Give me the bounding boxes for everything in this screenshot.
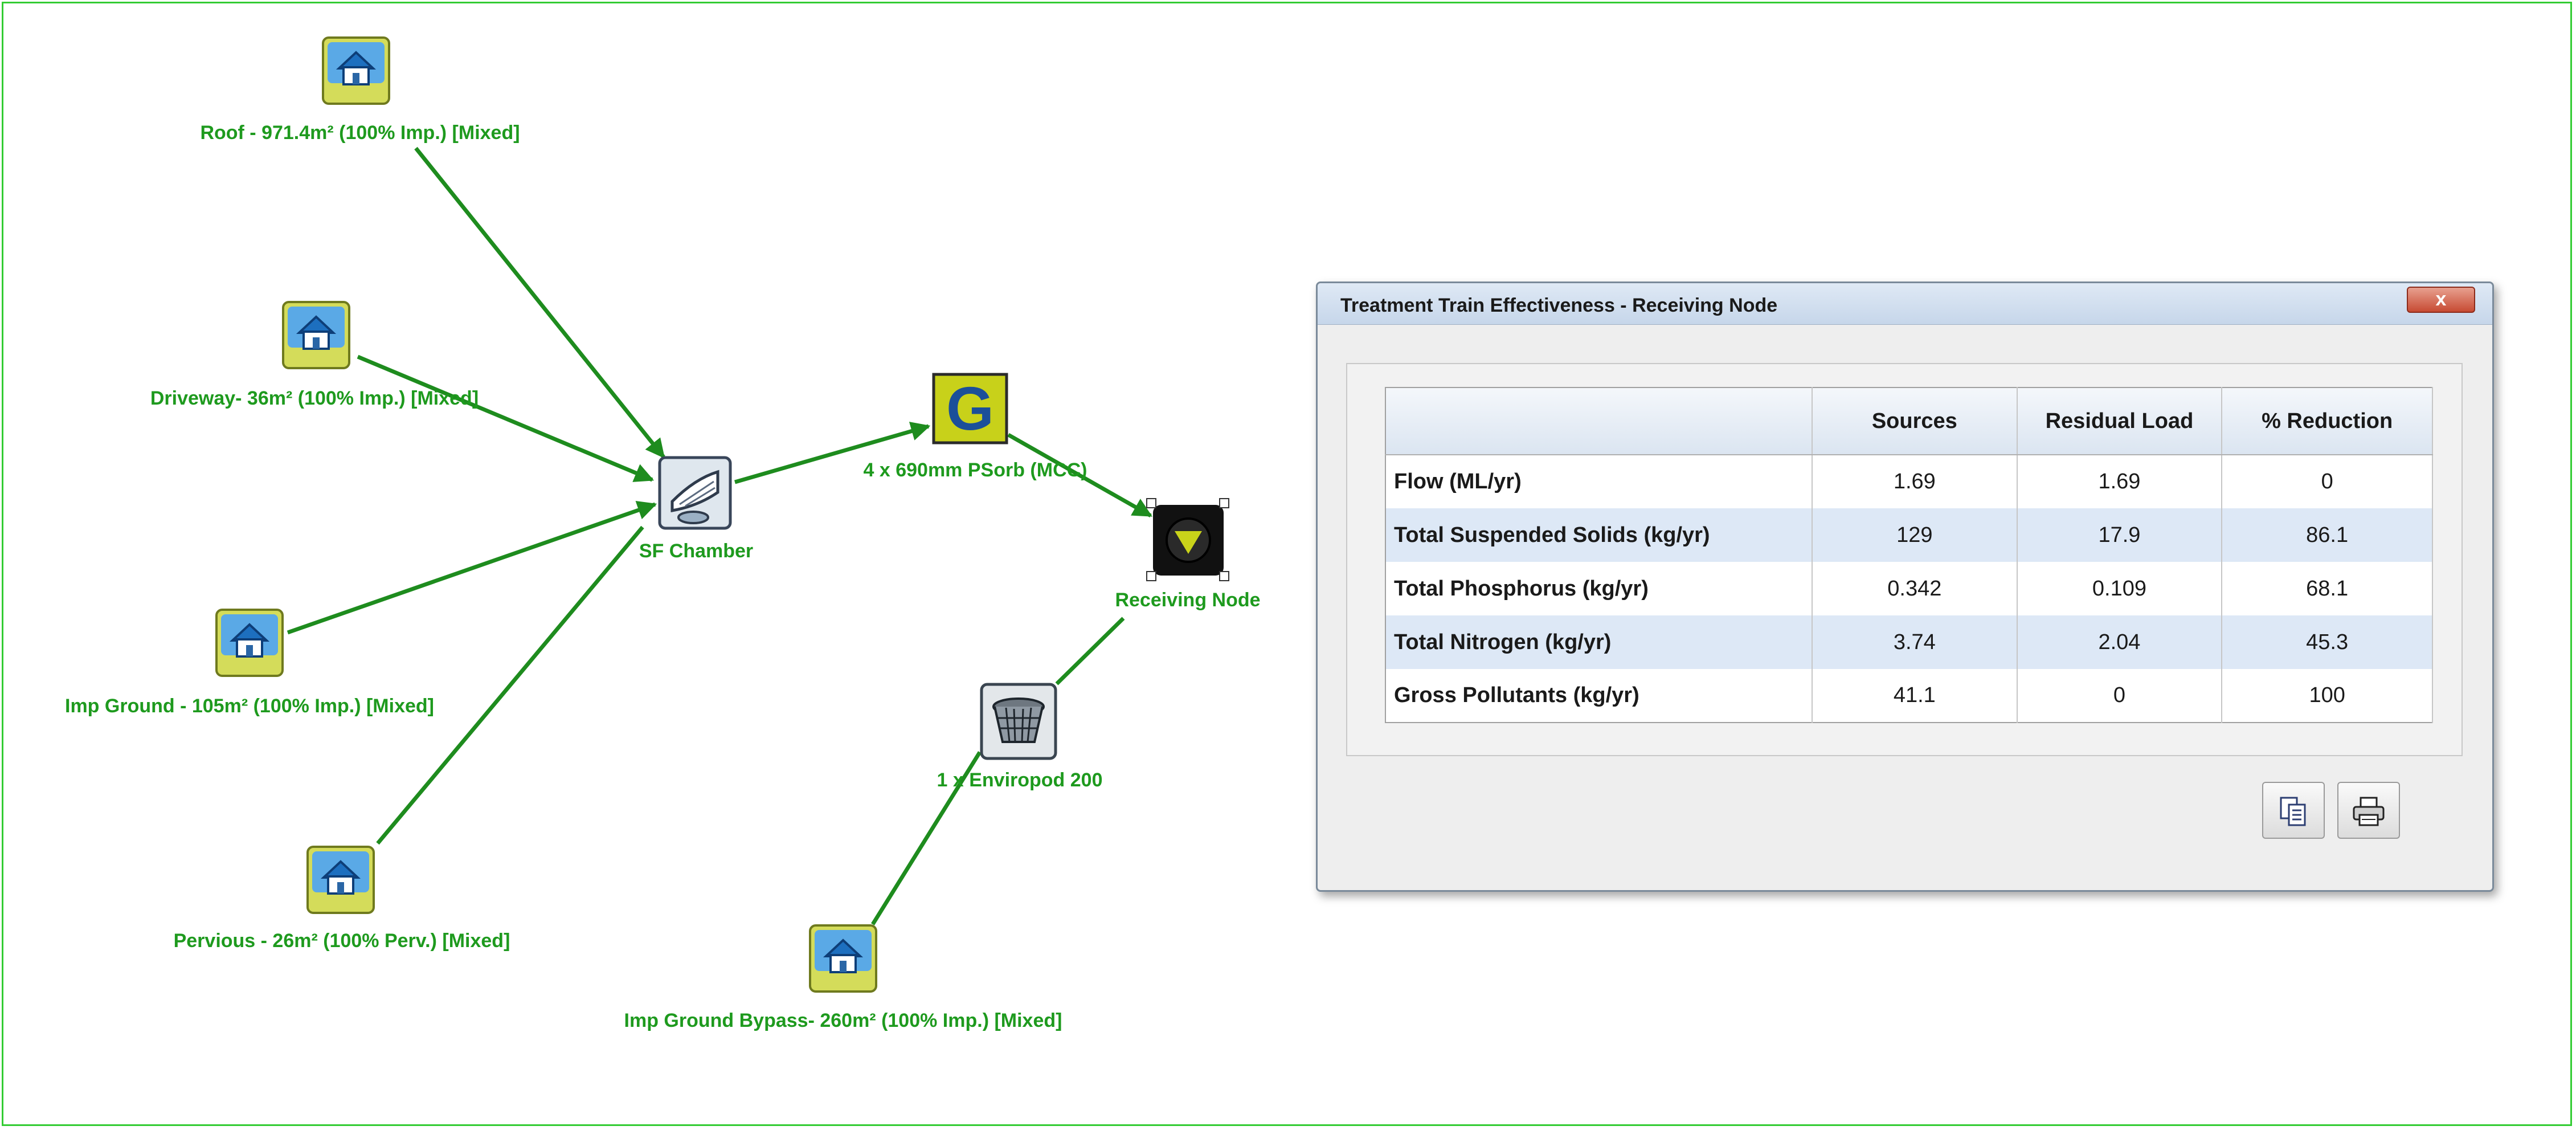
filter-g-icon: G: [932, 373, 1008, 444]
cell-residual-load: 1.69: [2017, 455, 2223, 508]
selection-handle[interactable]: [1146, 498, 1156, 508]
cell-reduction: 45.3: [2222, 615, 2433, 669]
cell-residual-load: 17.9: [2017, 508, 2223, 562]
svg-text:G: G: [946, 374, 994, 443]
table-header-row: Sources Residual Load % Reduction: [1385, 387, 2433, 455]
node-label: Imp Ground - 105m² (100% Imp.) [Mixed]: [65, 695, 434, 717]
house-icon: [322, 36, 390, 105]
close-button[interactable]: x: [2407, 287, 2475, 313]
copy-icon: [2280, 797, 2306, 826]
close-icon: x: [2435, 288, 2447, 310]
cell-residual-load: 0.109: [2017, 562, 2223, 615]
cell-sources: 3.74: [1812, 615, 2018, 669]
cell-sources: 129: [1812, 508, 2018, 562]
node-label: Imp Ground Bypass- 260m² (100% Imp.) [Mi…: [624, 1010, 1062, 1031]
table-row: Total Nitrogen (kg/yr) 3.74 2.04 45.3: [1385, 615, 2433, 669]
table-row: Total Phosphorus (kg/yr) 0.342 0.109 68.…: [1385, 562, 2433, 615]
cell-residual-load: 0: [2017, 669, 2223, 723]
diagram-canvas: Roof - 971.4m² (100% Imp.) [Mixed] Drive…: [0, 0, 2576, 1130]
house-icon: [809, 924, 877, 993]
receiving-node-icon: [1153, 505, 1224, 576]
results-panel: Sources Residual Load % Reduction Flow (…: [1346, 363, 2463, 756]
cell-reduction: 100: [2222, 669, 2433, 723]
selection-handle[interactable]: [1146, 571, 1156, 581]
link-roof-to-sf-chamber[interactable]: [414, 146, 665, 459]
house-icon: [282, 301, 350, 369]
cell-sources: 41.1: [1812, 669, 2018, 723]
pit-basket-icon: [980, 683, 1057, 760]
dialog-title: Treatment Train Effectiveness - Receivin…: [1340, 295, 1778, 316]
column-header-residual-load: Residual Load: [2017, 387, 2223, 455]
link-driveway-to-sf-chamber[interactable]: [357, 354, 655, 482]
row-label: Total Suspended Solids (kg/yr): [1385, 508, 1813, 562]
node-label: Driveway- 36m² (100% Imp.) [Mixed]: [150, 387, 479, 409]
node-label: Roof - 971.4m² (100% Imp.) [Mixed]: [200, 122, 520, 144]
table-row: Total Suspended Solids (kg/yr) 129 17.9 …: [1385, 508, 2433, 562]
dialog-titlebar[interactable]: Treatment Train Effectiveness - Receivin…: [1318, 283, 2492, 325]
node-label: 1 x Enviropod 200: [937, 769, 1103, 791]
row-label: Gross Pollutants (kg/yr): [1385, 669, 1813, 723]
sediment-chamber-icon: [658, 456, 732, 530]
copy-button[interactable]: [2262, 782, 2325, 839]
node-label: Pervious - 26m² (100% Perv.) [Mixed]: [173, 930, 510, 952]
node-label: Receiving Node: [1115, 589, 1261, 611]
house-icon: [215, 609, 284, 677]
cell-reduction: 68.1: [2222, 562, 2433, 615]
printer-icon: [2353, 797, 2385, 826]
cell-sources: 1.69: [1812, 455, 2018, 508]
row-label: Total Nitrogen (kg/yr): [1385, 615, 1813, 669]
selection-handle[interactable]: [1219, 498, 1229, 508]
selection-handle[interactable]: [1219, 571, 1229, 581]
print-button[interactable]: [2337, 782, 2400, 839]
row-label: Flow (ML/yr): [1385, 455, 1813, 508]
cell-reduction: 0: [2222, 455, 2433, 508]
row-label: Total Phosphorus (kg/yr): [1385, 562, 1813, 615]
column-header-parameter: [1385, 387, 1813, 455]
node-label: 4 x 690mm PSorb (MCC): [863, 459, 1087, 481]
link-enviropod-to-receiving-node[interactable]: [1055, 617, 1125, 686]
column-header-sources: Sources: [1812, 387, 2018, 455]
link-imp-ground-to-sf-chamber[interactable]: [287, 501, 657, 635]
cell-reduction: 86.1: [2222, 508, 2433, 562]
cell-sources: 0.342: [1812, 562, 2018, 615]
treatment-train-dialog[interactable]: Treatment Train Effectiveness - Receivin…: [1316, 282, 2494, 892]
table-row: Flow (ML/yr) 1.69 1.69 0: [1385, 455, 2433, 508]
column-header-reduction: % Reduction: [2222, 387, 2433, 455]
link-pervious-to-sf-chamber[interactable]: [376, 525, 644, 845]
results-table: Sources Residual Load % Reduction Flow (…: [1385, 387, 2433, 723]
table-row: Gross Pollutants (kg/yr) 41.1 0 100: [1385, 669, 2433, 723]
node-label: SF Chamber: [639, 540, 754, 562]
house-icon: [306, 846, 375, 914]
cell-residual-load: 2.04: [2017, 615, 2223, 669]
